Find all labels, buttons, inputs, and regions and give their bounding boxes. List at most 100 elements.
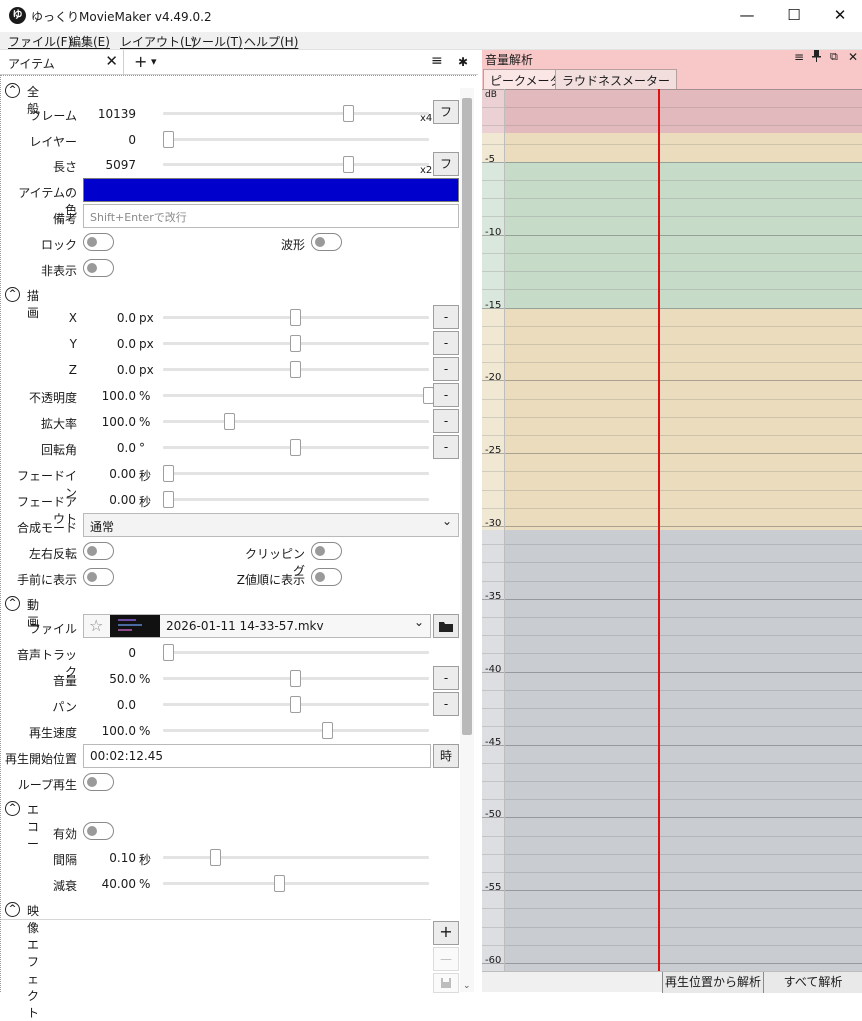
front-toggle[interactable]	[83, 568, 114, 586]
menu-layout[interactable]: レイアウト(L)	[120, 33, 196, 50]
save-effect-button[interactable]	[433, 973, 459, 993]
menu-file[interactable]: ファイル(F)	[8, 33, 72, 50]
frame-slider[interactable]	[163, 105, 429, 122]
x-reset-button[interactable]: -	[433, 305, 459, 329]
echo-interval-slider[interactable]	[163, 849, 429, 866]
slider-thumb[interactable]	[163, 644, 174, 661]
scrollbar-thumb[interactable]	[462, 98, 472, 735]
layer-value[interactable]: 0	[96, 133, 136, 147]
fadein-value[interactable]: 0.00	[96, 467, 136, 481]
slider-thumb[interactable]	[343, 105, 355, 122]
note-field[interactable]: Shift+Enterで改行	[83, 204, 459, 228]
slider-thumb[interactable]	[163, 131, 174, 148]
tab-item[interactable]: アイテム ✕	[0, 50, 124, 75]
close-window-button[interactable]: ✕	[817, 0, 862, 32]
slider-thumb[interactable]	[290, 335, 301, 352]
y-slider[interactable]	[163, 335, 429, 352]
tab-loudness-meter[interactable]: ラウドネスメーター	[555, 69, 678, 89]
hamburger-menu-icon[interactable]: ≡	[431, 53, 443, 69]
fadein-slider[interactable]	[163, 465, 429, 482]
analyze-all-button[interactable]: すべて解析	[763, 972, 862, 993]
speed-value[interactable]: 100.0	[96, 724, 136, 738]
slider-thumb[interactable]	[290, 696, 301, 713]
opacity-slider[interactable]	[163, 387, 434, 404]
rotation-value[interactable]: 0.0	[96, 441, 136, 455]
volume-reset-button[interactable]: -	[433, 666, 459, 690]
float-window-icon[interactable]: ⧉	[830, 50, 838, 64]
slider-thumb[interactable]	[290, 670, 301, 687]
volume-slider[interactable]	[163, 670, 429, 687]
blend-mode-select[interactable]: 通常 ⌄	[83, 513, 459, 537]
menu-tools[interactable]: ツール(T)	[190, 33, 243, 50]
start-time-button[interactable]: 時	[433, 744, 459, 768]
favorite-star-icon[interactable]: ☆	[89, 616, 103, 635]
fadeout-value[interactable]: 0.00	[96, 493, 136, 507]
echo-interval-value[interactable]: 0.10	[96, 851, 136, 865]
loop-toggle[interactable]	[83, 773, 114, 791]
slider-thumb[interactable]	[290, 439, 301, 456]
y-reset-button[interactable]: -	[433, 331, 459, 355]
gear-icon[interactable]: ✱	[458, 55, 468, 69]
volume-value[interactable]: 50.0	[96, 672, 136, 686]
rotation-slider[interactable]	[163, 439, 429, 456]
start-position-field[interactable]: 00:02:12.45	[83, 744, 431, 768]
length-slider[interactable]	[163, 156, 429, 173]
lock-toggle[interactable]	[83, 233, 114, 251]
item-color-swatch[interactable]	[83, 178, 459, 202]
slider-thumb[interactable]	[163, 465, 174, 482]
effect-list[interactable]	[1, 919, 431, 993]
pin-icon[interactable]	[812, 50, 821, 65]
remove-effect-button[interactable]: —	[433, 947, 459, 971]
file-select[interactable]: ☆ 2026-01-11 14-33-57.mkv ⌄	[83, 614, 431, 638]
pan-slider[interactable]	[163, 696, 429, 713]
frame-value[interactable]: 10139	[96, 107, 136, 121]
slider-thumb[interactable]	[223, 413, 235, 430]
pan-value[interactable]: 0.0	[96, 698, 136, 712]
zoom-slider[interactable]	[163, 413, 429, 430]
item-panel-scrollbar[interactable]: ⌄	[460, 88, 474, 992]
rotation-reset-button[interactable]: -	[433, 435, 459, 459]
analyze-from-position-button[interactable]: 再生位置から解析	[662, 972, 763, 993]
tab-dropdown-icon[interactable]: ▾	[151, 55, 157, 68]
opacity-value[interactable]: 100.0	[96, 389, 136, 403]
z-reset-button[interactable]: -	[433, 357, 459, 381]
length-value[interactable]: 5097	[96, 158, 136, 172]
slider-thumb[interactable]	[290, 309, 301, 326]
echo-enabled-toggle[interactable]	[83, 822, 114, 840]
audio-track-value[interactable]: 0	[96, 646, 136, 660]
close-tab-icon[interactable]: ✕	[105, 52, 118, 70]
x-value[interactable]: 0.0	[96, 311, 136, 325]
pan-reset-button[interactable]: -	[433, 692, 459, 716]
x-slider[interactable]	[163, 309, 429, 326]
layer-slider[interactable]	[163, 131, 429, 148]
scroll-down-icon[interactable]: ⌄	[463, 981, 471, 991]
open-folder-button[interactable]	[433, 614, 459, 638]
minimize-button[interactable]: —	[724, 0, 770, 32]
clipping-toggle[interactable]	[311, 542, 342, 560]
audio-track-slider[interactable]	[163, 644, 429, 661]
slider-thumb[interactable]	[163, 491, 174, 508]
echo-decay-slider[interactable]	[163, 875, 429, 892]
add-effect-button[interactable]: +	[433, 921, 459, 945]
slider-thumb[interactable]	[290, 361, 301, 378]
close-panel-icon[interactable]: ✕	[848, 50, 858, 64]
zorder-toggle[interactable]	[311, 568, 342, 586]
menu-help[interactable]: ヘルプ(H)	[244, 33, 298, 50]
flip-toggle[interactable]	[83, 542, 114, 560]
echo-decay-value[interactable]: 40.00	[96, 877, 136, 891]
maximize-button[interactable]: ☐	[771, 0, 817, 32]
zoom-reset-button[interactable]: -	[433, 409, 459, 433]
panel-menu-icon[interactable]: ≡	[794, 50, 804, 64]
length-button[interactable]: フ	[433, 152, 459, 176]
hidden-toggle[interactable]	[83, 259, 114, 277]
fadeout-slider[interactable]	[163, 491, 429, 508]
speed-slider[interactable]	[163, 722, 429, 739]
slider-thumb[interactable]	[321, 722, 333, 739]
waveform-toggle[interactable]	[311, 233, 342, 251]
add-tab-icon[interactable]: +	[134, 52, 147, 71]
slider-thumb[interactable]	[343, 156, 355, 173]
slider-thumb[interactable]	[274, 875, 286, 892]
slider-thumb[interactable]	[210, 849, 222, 866]
frame-button[interactable]: フ	[433, 100, 459, 124]
z-value[interactable]: 0.0	[96, 363, 136, 377]
